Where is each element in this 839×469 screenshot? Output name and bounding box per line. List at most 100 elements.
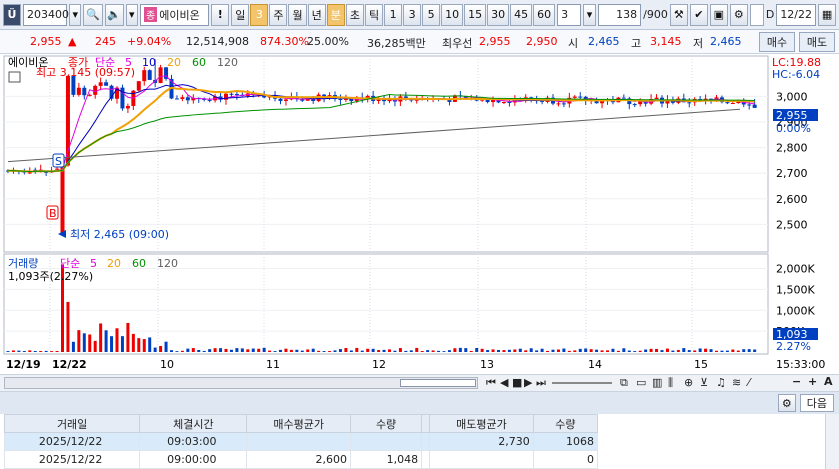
stock-code-input[interactable]: 203400 (23, 3, 69, 26)
alert-button[interactable]: ! (211, 3, 230, 26)
volume-bar (573, 350, 577, 352)
crosshair-icon[interactable]: ⊕ (684, 376, 693, 389)
stock-chart[interactable]: 에이비온 종가 단순 5 10 20 60 120 LC:19.88 HC:-6.04 … (0, 54, 839, 374)
calendar-icon[interactable]: ▦ (818, 3, 837, 26)
period-button-10[interactable]: 5 (422, 3, 441, 26)
scroll-prev-icon[interactable]: ◀ (500, 376, 508, 389)
zoom-in-icon[interactable]: + (808, 375, 817, 388)
period-button-8[interactable]: 1 (384, 3, 403, 26)
period-button-0[interactable]: 일 (231, 3, 250, 26)
volume-bar (676, 350, 680, 352)
grid-icon[interactable] (8, 71, 21, 83)
buy-button[interactable]: 매수 (759, 32, 795, 52)
draw-check-icon[interactable]: ✔ (689, 3, 708, 26)
volume-bar (453, 348, 457, 352)
volume-bar (409, 350, 413, 352)
volume-bar (426, 350, 430, 352)
column-header-1[interactable]: 체결시간 (139, 414, 248, 433)
table-cell (349, 432, 423, 451)
period-button-5[interactable]: 분 (326, 3, 345, 26)
volume-bar (693, 350, 697, 352)
interval-select[interactable]: 3 (557, 3, 582, 26)
date-input[interactable]: 12/22 (776, 3, 817, 26)
tool-icon[interactable]: ⧉ (620, 376, 628, 390)
volume-bar (589, 349, 593, 352)
volume-bar (540, 348, 544, 352)
period-button-6[interactable]: 초 (345, 3, 364, 26)
column-header-6[interactable]: 수량 (532, 414, 599, 433)
candle-body (234, 93, 239, 95)
candle-body (180, 97, 185, 100)
period-button-1[interactable]: 3 (250, 3, 269, 26)
volume-bar (17, 350, 21, 352)
period-button-12[interactable]: 15 (464, 3, 487, 26)
speaker-dropdown-icon[interactable]: ▾ (125, 3, 138, 26)
count-field[interactable]: 138 (597, 3, 642, 26)
period-button-4[interactable]: 년 (307, 3, 326, 26)
column-header-4[interactable] (421, 414, 431, 433)
volume-bar (246, 349, 250, 352)
date-check-label: D (765, 8, 775, 21)
period-button-2[interactable]: 주 (269, 3, 288, 26)
window-icon[interactable]: ▭ (636, 376, 646, 389)
volume-bar (88, 334, 92, 352)
period-button-11[interactable]: 10 (441, 3, 464, 26)
interval-dropdown-icon[interactable]: ▾ (583, 3, 596, 26)
grid-scrollbar[interactable] (825, 414, 839, 469)
scroll-last-icon[interactable]: ⏭ (536, 376, 546, 390)
low-note: 최저 2,465 (09:00) (70, 228, 169, 241)
period-button-7[interactable]: 틱 (364, 3, 384, 26)
table-row[interactable]: 2025/12/22 09:03:00 2,730 1068 (3, 432, 599, 451)
candle-body (572, 96, 577, 98)
volume-bar (273, 351, 277, 352)
table-row[interactable]: 2025/12/22 09:00:00 2,600 1,048 0 (3, 450, 599, 469)
candle-icon[interactable]: ⫼ (668, 376, 673, 390)
volume-bar (213, 348, 217, 352)
graph-icon[interactable]: ≋ (732, 376, 741, 389)
sell-button[interactable]: 매도 (799, 32, 835, 52)
volume-bar (50, 351, 54, 352)
high-note: 최고 3,145 (09:57) (36, 66, 135, 79)
chart-tool-icon[interactable]: ⚒ (669, 3, 688, 26)
volume-bar (66, 301, 70, 352)
volume-bar (682, 348, 686, 352)
open-label: 시 (568, 37, 579, 50)
volume-bar (55, 350, 59, 352)
code-dropdown-icon[interactable]: ▾ (69, 3, 82, 26)
next-button[interactable]: 다음 (799, 394, 834, 412)
volume-bar (279, 349, 282, 352)
date-checkbox[interactable] (749, 3, 764, 26)
scroll-next-icon[interactable]: ▶ (524, 376, 532, 389)
save-icon[interactable]: ▣ (709, 3, 728, 26)
period-button-14[interactable]: 45 (510, 3, 533, 26)
chart-scrollbar[interactable] (4, 377, 478, 389)
font-size-icon[interactable]: A (824, 375, 833, 388)
line-icon[interactable]: ⁄ (748, 376, 750, 389)
column-header-3[interactable]: 수량 (349, 414, 423, 433)
scroll-first-icon[interactable]: ⏮ (486, 376, 496, 390)
column-header-5[interactable]: 매도평균가 (429, 414, 534, 433)
bar-chart-icon[interactable]: ▥ (652, 376, 662, 389)
search-icon[interactable]: 🔍 (83, 3, 103, 26)
bell-icon[interactable]: ♫ (716, 376, 726, 389)
zoom-slider[interactable] (552, 382, 612, 384)
candle-body (136, 81, 141, 91)
speaker-icon[interactable]: 🔈 (104, 3, 124, 26)
volume-bar (671, 350, 675, 352)
settings-icon[interactable]: ⚙ (729, 3, 748, 26)
scale-icon[interactable]: ⊻ (700, 376, 708, 389)
period-button-9[interactable]: 3 (403, 3, 422, 26)
zoom-out-icon[interactable]: − (792, 375, 801, 388)
period-button-13[interactable]: 30 (487, 3, 510, 26)
volume-bar (82, 333, 86, 352)
stock-name-field[interactable]: 종 에이비온 (140, 3, 210, 26)
stop-icon[interactable]: ■ (512, 376, 522, 389)
grid-settings-icon[interactable]: ⚙ (777, 394, 796, 412)
volume-bar (480, 348, 484, 352)
candle-body (338, 99, 343, 101)
column-header-0[interactable]: 거래일 (3, 414, 141, 433)
scrollbar-thumb[interactable] (400, 379, 476, 387)
column-header-2[interactable]: 매수평균가 (246, 414, 351, 433)
period-button-3[interactable]: 월 (288, 3, 307, 26)
period-button-15[interactable]: 60 (533, 3, 556, 26)
